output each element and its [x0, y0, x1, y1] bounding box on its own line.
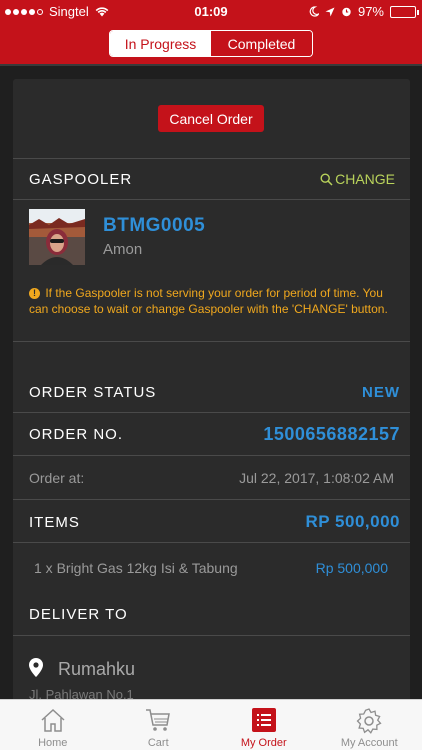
header-bar: Singtel 01:09 97% In Progress Completed	[0, 0, 422, 64]
order-no-value: 1500656882157	[263, 424, 400, 444]
tab-cart[interactable]: Cart	[106, 700, 212, 750]
order-status-value: NEW	[362, 384, 400, 401]
tab-my-account[interactable]: My Account	[317, 700, 422, 750]
address-title: Rumahku	[58, 659, 136, 679]
items-total: RP 500,000	[305, 512, 400, 531]
cart-icon	[146, 709, 171, 731]
divider	[13, 635, 410, 636]
divider	[13, 341, 410, 342]
note-text: If the Gaspooler is not serving your ord…	[29, 286, 388, 316]
tab-my-account-label: My Account	[340, 737, 398, 749]
gear-icon	[356, 708, 382, 734]
divider	[13, 158, 410, 159]
gaspooler-avatar	[29, 209, 85, 265]
tab-home[interactable]: Home	[0, 700, 106, 750]
change-gaspooler-button[interactable]: CHANGE	[320, 171, 395, 187]
warning-icon: !	[29, 288, 40, 299]
order-status-label: ORDER STATUS	[29, 384, 157, 401]
order-list-icon	[251, 708, 276, 732]
header-divider	[0, 64, 422, 66]
tab-home-label: Home	[38, 737, 68, 749]
alarm-icon	[342, 7, 351, 17]
divider	[13, 412, 410, 413]
tab-cart-label: Cart	[147, 737, 169, 749]
cancel-order-button[interactable]: Cancel Order	[158, 105, 264, 132]
tab-completed[interactable]: Completed	[211, 31, 312, 56]
moon-icon	[309, 6, 319, 17]
tab-in-progress[interactable]: In Progress	[110, 31, 211, 56]
tab-bar: Home Cart My Order My Account	[0, 699, 422, 750]
gaspooler-note: ! If the Gaspooler is not serving your o…	[29, 285, 399, 317]
deliver-to-label: DELIVER TO	[29, 606, 128, 623]
battery-percent: 97%	[357, 4, 384, 19]
gaspooler-code: BTMG0005	[103, 215, 206, 236]
divider	[13, 455, 410, 456]
location-pin-icon	[29, 658, 43, 677]
divider	[13, 499, 410, 500]
order-card: Cancel Order GASPOOLER CHANGE BTMG0005 A…	[13, 79, 410, 719]
location-arrow-icon	[325, 7, 335, 16]
search-icon	[320, 172, 333, 186]
battery-icon	[390, 5, 419, 18]
divider	[13, 199, 410, 200]
gaspooler-name: Amon	[103, 241, 143, 258]
divider	[13, 542, 410, 543]
tab-my-order-label: My Order	[240, 737, 287, 749]
order-segment-control: In Progress Completed	[109, 30, 313, 57]
item-price: Rp 500,000	[315, 560, 388, 576]
change-label: CHANGE	[335, 171, 395, 187]
home-icon	[41, 708, 65, 732]
status-bar: Singtel 01:09 97%	[0, 0, 422, 22]
tab-my-order[interactable]: My Order	[211, 700, 317, 750]
order-at-value: Jul 22, 2017, 1:08:02 AM	[239, 470, 394, 486]
